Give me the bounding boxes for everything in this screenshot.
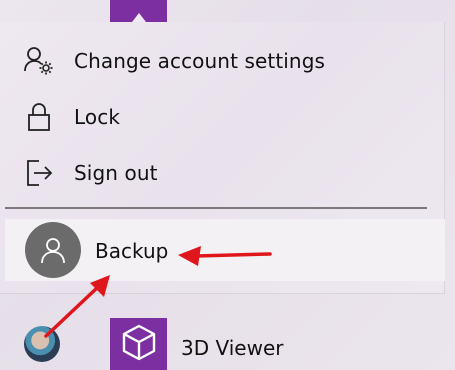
user-avatar-icon <box>25 222 81 278</box>
app-tile-3d-viewer[interactable] <box>110 318 167 370</box>
menu-item-label: Change account settings <box>74 49 326 73</box>
menu-divider <box>5 207 427 209</box>
lock-icon <box>22 100 56 134</box>
app-label: 3D Viewer <box>181 336 284 360</box>
app-tile-top[interactable] <box>110 0 167 22</box>
current-user-avatar[interactable] <box>24 326 60 362</box>
account-item-backup[interactable]: Backup <box>5 219 445 281</box>
caret-up-icon <box>132 13 146 22</box>
menu-item-lock[interactable]: Lock <box>0 89 444 145</box>
menu-item-label: Lock <box>74 105 121 129</box>
account-item-label: Backup <box>95 239 169 263</box>
menu-item-label: Sign out <box>74 161 158 185</box>
menu-item-sign-out[interactable]: Sign out <box>0 145 444 201</box>
sign-out-icon <box>22 156 56 190</box>
menu-item-change-account-settings[interactable]: Change account settings <box>0 33 444 89</box>
account-settings-icon <box>22 44 56 78</box>
cube-icon <box>119 322 159 366</box>
